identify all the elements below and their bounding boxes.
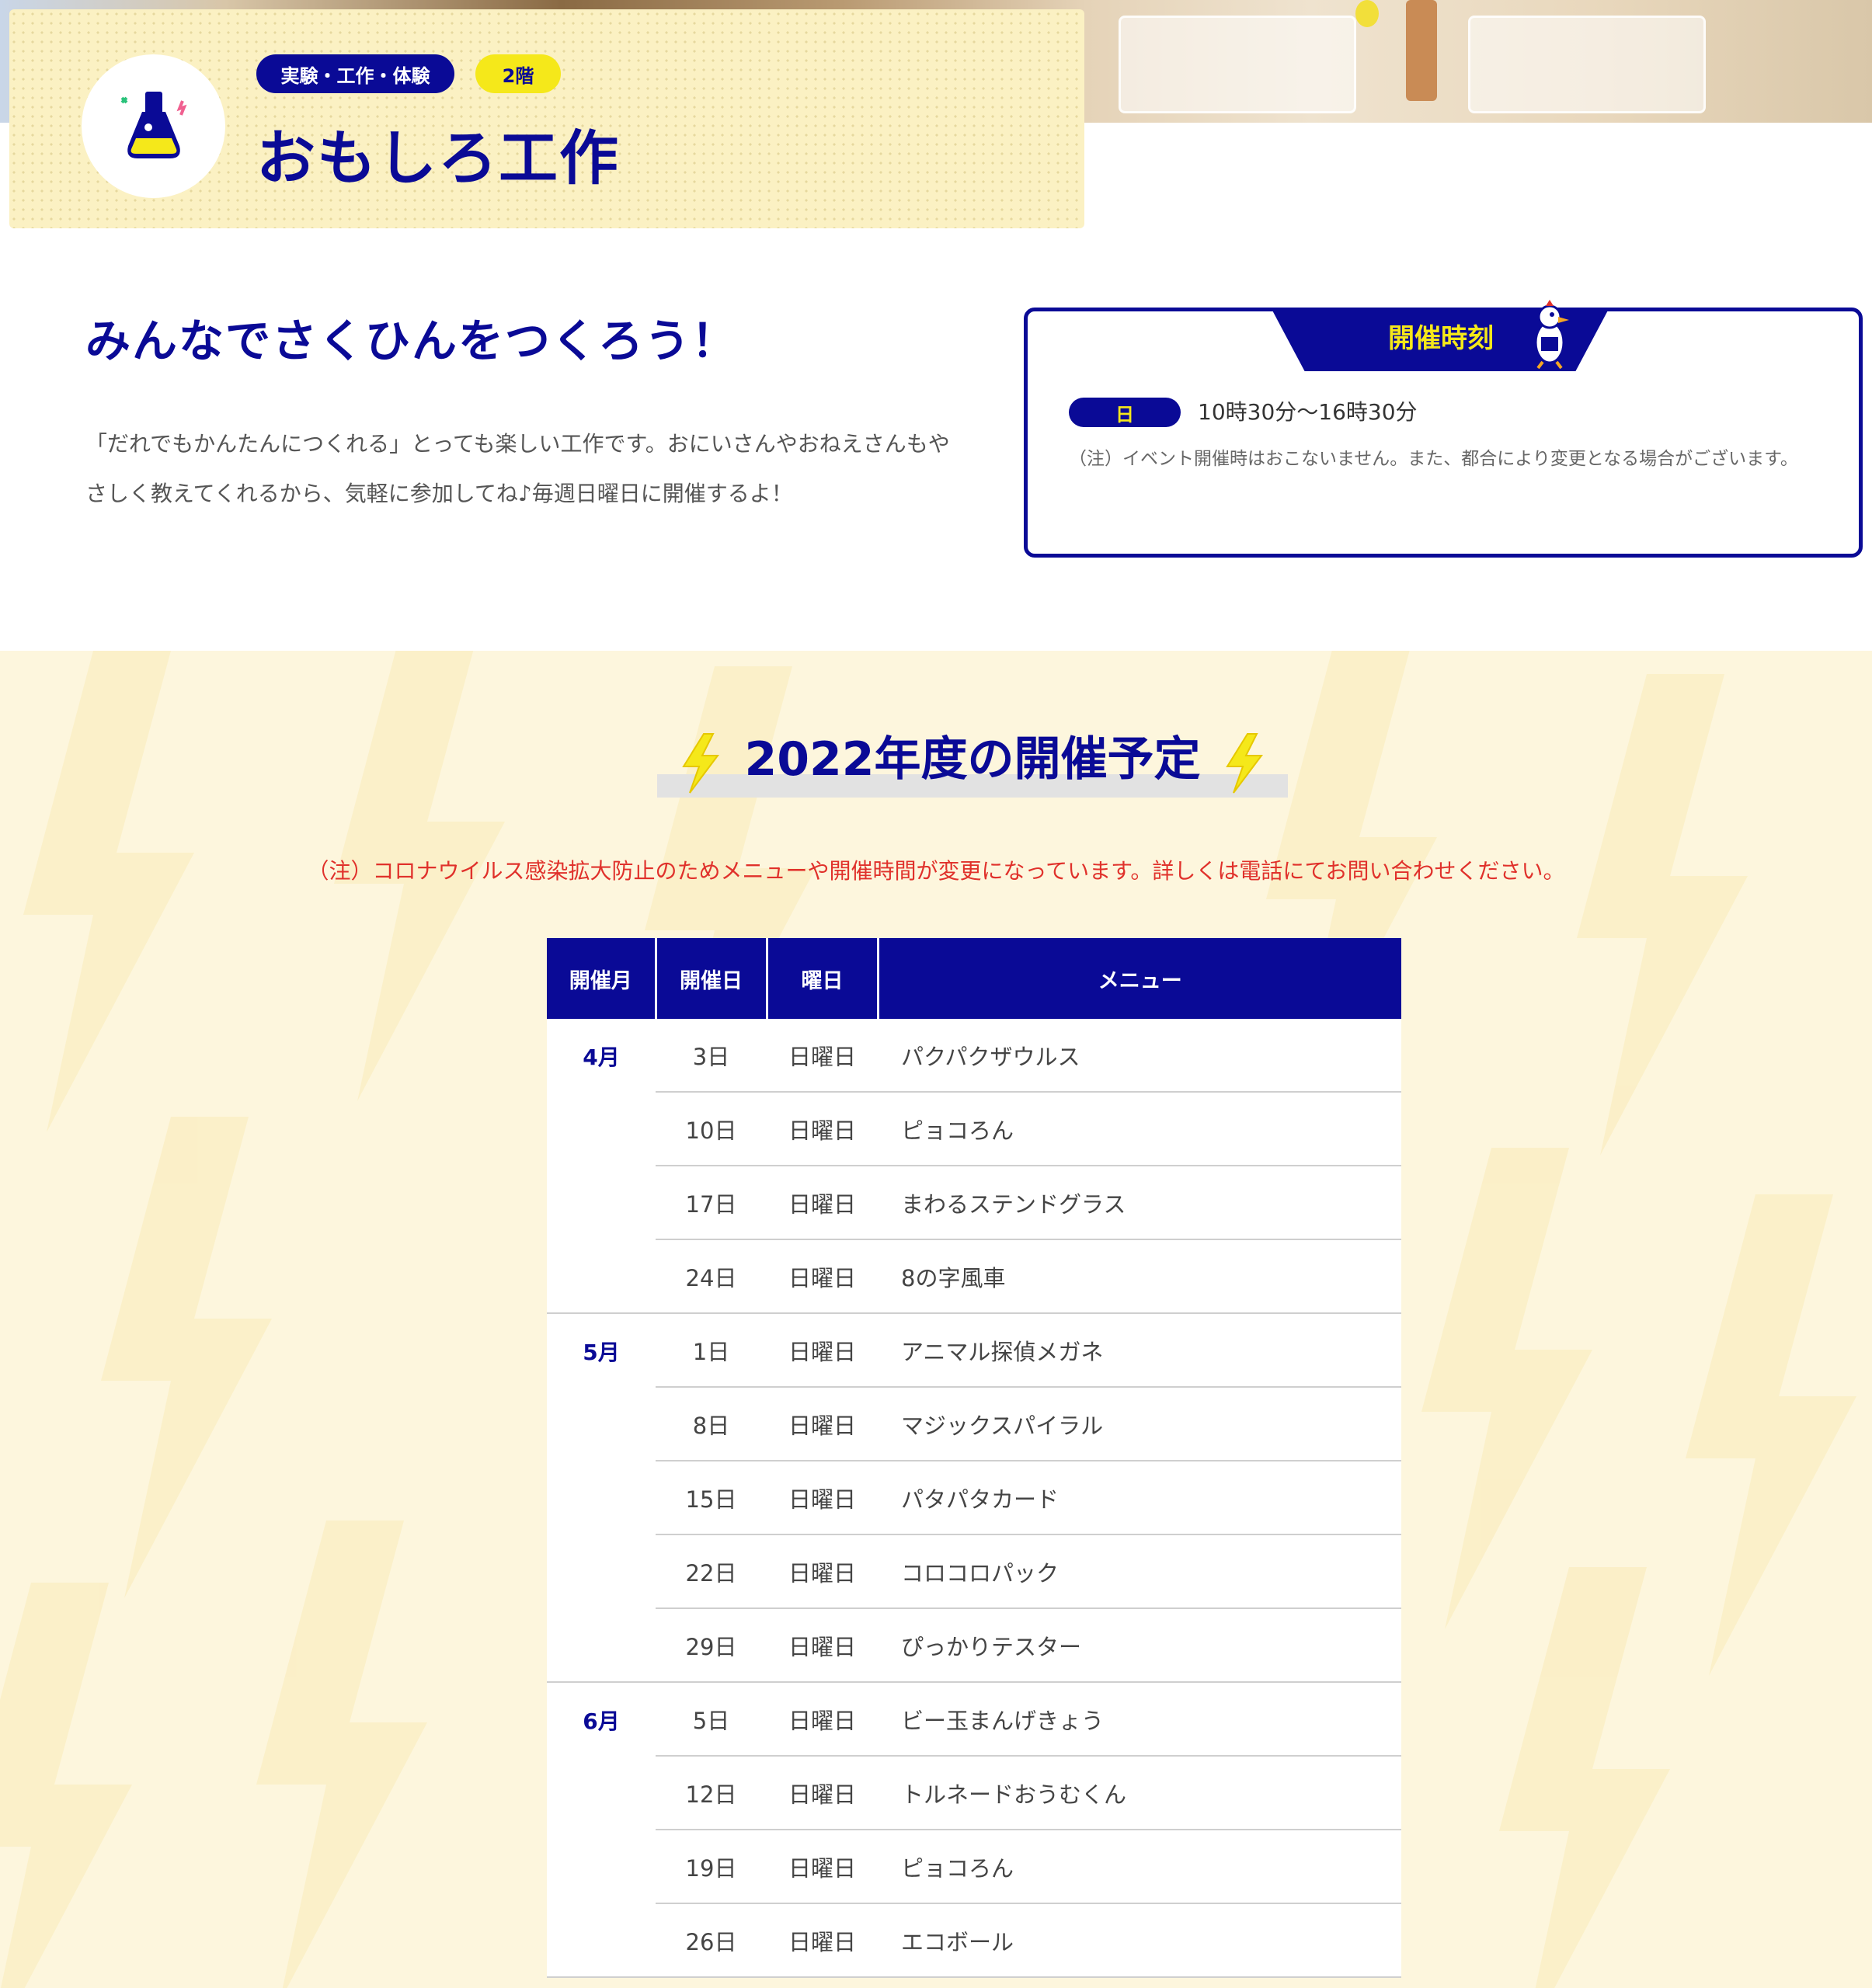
- menu-cell: ビー玉まんげきょう: [878, 1682, 1401, 1757]
- menu-cell: 8の字風車: [878, 1239, 1401, 1314]
- table-row: 4月 3日 日曜日 パクパクザウルス: [547, 1019, 1401, 1314]
- covid-notice: （注）コロナウイルス感染拡大防止のためメニューや開催時間が変更になっています。詳…: [307, 858, 1565, 884]
- weekday-cell: 日曜日: [767, 1903, 878, 1978]
- annual-schedule-section: 2022年度の開催予定 （注）コロナウイルス感染拡大防止のためメニューや開催時間…: [0, 651, 1872, 1988]
- header-menu: メニュー: [878, 938, 1401, 1019]
- table-row: 19日 日曜日 ピョコろん: [547, 1830, 1401, 1904]
- day-cell: 17日: [656, 1166, 767, 1240]
- menu-cell: パクパクザウルス: [878, 1019, 1401, 1093]
- menu-cell: ピョコろん: [878, 1830, 1401, 1904]
- opening-time: 10時30分～16時30分: [1198, 399, 1418, 425]
- table-row: 12日 日曜日 トルネードおうむくん: [547, 1756, 1401, 1830]
- title-icon-circle: [82, 54, 225, 198]
- section-heading-block: 2022年度の開催予定: [657, 725, 1288, 810]
- menu-cell: ぴっかりテスター: [878, 1608, 1401, 1683]
- day-cell: 1日: [656, 1313, 767, 1388]
- weekday-cell: 日曜日: [767, 1608, 878, 1683]
- floor-badge: 2階: [475, 54, 561, 93]
- flask-icon: [120, 91, 186, 158]
- category-badge-label: 実験・工作・体験: [280, 64, 430, 87]
- page-title: おもしろ工作: [256, 123, 620, 193]
- table-header-row: 開催月 開催日 曜日 メニュー: [547, 938, 1401, 1019]
- weekday-cell: 日曜日: [767, 1019, 878, 1093]
- table-row: 29日 日曜日 ぴっかりテスター: [547, 1608, 1401, 1683]
- weekday-cell: 日曜日: [767, 1534, 878, 1609]
- day-cell: 8日: [656, 1387, 767, 1461]
- section-heading: 2022年度の開催予定: [744, 732, 1201, 787]
- intro-text: 「だれでもかんたんにつくれる」とっても楽しい工作です。おにいさんやおねえさんもや…: [85, 431, 950, 506]
- day-cell: 29日: [656, 1608, 767, 1683]
- header-month: 開催月: [547, 938, 657, 1019]
- opening-hours-title: 開催時刻: [1388, 323, 1494, 354]
- table-row: 5月 1日 日曜日 アニマル探偵メガネ: [547, 1313, 1401, 1683]
- table-row: 22日 日曜日 コロコロパック: [547, 1534, 1401, 1609]
- table-row: 15日 日曜日 パタパタカード: [547, 1461, 1401, 1535]
- month-cell: 4月: [547, 1019, 656, 1314]
- table-row: 26日 日曜日 エコボール: [547, 1903, 1401, 1978]
- mascot-icon: [1534, 300, 1569, 370]
- weekday-cell: 日曜日: [767, 1387, 878, 1461]
- day-cell: 22日: [656, 1534, 767, 1609]
- day-cell: 19日: [656, 1830, 767, 1904]
- menu-cell: エコボール: [878, 1903, 1401, 1978]
- day-cell: 10日: [656, 1092, 767, 1166]
- lightning-icon: [1226, 733, 1263, 794]
- category-badge: 実験・工作・体験: [256, 54, 454, 93]
- weekday-cell: 日曜日: [767, 1166, 878, 1240]
- menu-cell: トルネードおうむくん: [878, 1756, 1401, 1830]
- table-row: 10日 日曜日 ピョコろん: [547, 1092, 1401, 1166]
- day-cell: 26日: [656, 1903, 767, 1978]
- weekday-cell: 日曜日: [767, 1830, 878, 1904]
- day-cell: 5日: [656, 1682, 767, 1757]
- title-card: 実験・工作・体験 2階 おもしろ工作: [9, 9, 1084, 228]
- menu-cell: まわるステンドグラス: [878, 1166, 1401, 1240]
- day-cell: 15日: [656, 1461, 767, 1535]
- table-row: 17日 日曜日 まわるステンドグラス: [547, 1166, 1401, 1240]
- day-badge: 日: [1069, 398, 1181, 427]
- table-row: 6月 5日 日曜日 ビー玉まんげきょう: [547, 1682, 1401, 1978]
- opening-note: （注）イベント開催時はおこないません。また、都合により変更となる場合がございます…: [1069, 449, 1798, 469]
- weekday-cell: 日曜日: [767, 1682, 878, 1757]
- weekday-cell: 日曜日: [767, 1092, 878, 1166]
- schedule-table: 開催月 開催日 曜日 メニュー 4月 3日 日曜日 パクパクザウルス 10日 日…: [547, 938, 1401, 1978]
- day-cell: 12日: [656, 1756, 767, 1830]
- intro-heading: みんなでさくひんをつくろう！: [85, 315, 739, 367]
- weekday-cell: 日曜日: [767, 1756, 878, 1830]
- header-weekday: 曜日: [767, 938, 879, 1019]
- weekday-cell: 日曜日: [767, 1461, 878, 1535]
- menu-cell: マジックスパイラル: [878, 1387, 1401, 1461]
- weekday-cell: 日曜日: [767, 1313, 878, 1388]
- month-cell: 5月: [547, 1313, 656, 1683]
- table-row: 8日 日曜日 マジックスパイラル: [547, 1387, 1401, 1461]
- day-cell: 24日: [656, 1239, 767, 1314]
- menu-cell: コロコロパック: [878, 1534, 1401, 1609]
- header-day: 開催日: [656, 938, 768, 1019]
- table-row: 24日 日曜日 8の字風車: [547, 1239, 1401, 1314]
- day-cell: 3日: [656, 1019, 767, 1093]
- menu-cell: パタパタカード: [878, 1461, 1401, 1535]
- day-badge-label: 日: [1115, 403, 1134, 426]
- menu-cell: ピョコろん: [878, 1092, 1401, 1166]
- weekday-cell: 日曜日: [767, 1239, 878, 1314]
- menu-cell: アニマル探偵メガネ: [878, 1313, 1401, 1388]
- floor-badge-label: 2階: [502, 64, 534, 87]
- month-cell: 6月: [547, 1682, 656, 1978]
